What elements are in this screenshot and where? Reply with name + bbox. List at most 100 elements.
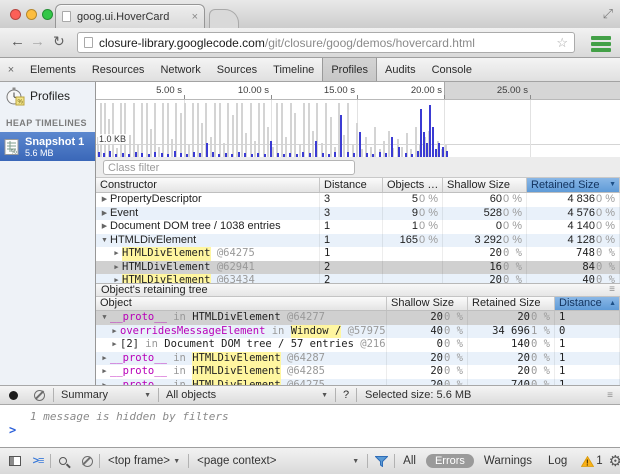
tree-collapsed-icon[interactable]: ▶ <box>110 325 119 339</box>
column-header-object[interactable]: Object <box>96 297 387 310</box>
search-button[interactable] <box>51 448 75 474</box>
cell-value: 20 <box>517 352 530 366</box>
column-header-label: Distance <box>559 297 602 310</box>
clear-console-button[interactable] <box>75 448 99 474</box>
forward-icon[interactable]: → <box>30 33 45 50</box>
reload-icon[interactable]: ↻ <box>53 33 65 50</box>
column-header-shallow-size[interactable]: Shallow Size <box>387 297 468 310</box>
column-header-constructor[interactable]: Constructor <box>96 178 320 192</box>
tree-expanded-icon[interactable]: ▼ <box>100 311 109 325</box>
console-prompt-icon[interactable]: > <box>9 423 16 437</box>
context-select[interactable]: <page context> ▼ <box>189 448 367 474</box>
constructor-row[interactable]: ▶PropertyDescriptor350 %600 %4 8360 % <box>96 193 620 207</box>
tree-expanded-icon[interactable]: ▼ <box>100 234 109 248</box>
filter-warnings[interactable]: Warnings <box>476 455 540 467</box>
live-object-bar <box>212 152 214 157</box>
column-header-retained-size[interactable]: Retained Size▼ <box>527 178 620 192</box>
devtools-tab-profiles[interactable]: Profiles <box>322 58 377 81</box>
dock-toggle-button[interactable] <box>4 448 26 474</box>
allocation-bar <box>184 103 186 157</box>
tree-collapsed-icon[interactable]: ▶ <box>112 261 121 275</box>
record-icon[interactable] <box>9 391 18 400</box>
grip-icon[interactable]: ≡ <box>607 390 620 401</box>
constructor-row[interactable]: ▶Event390 %5280 %4 5760 % <box>96 207 620 221</box>
column-header-distance[interactable]: Distance <box>320 178 383 192</box>
sidebar-item-snapshot-1[interactable]: % Snapshot 1 5.6 MB <box>0 132 95 161</box>
devtools-tab-console[interactable]: Console <box>424 58 480 81</box>
live-object-bar <box>359 132 361 157</box>
back-icon[interactable]: ← <box>10 33 25 50</box>
show-console-button[interactable]: >≡ <box>26 448 50 474</box>
cell-value: 3 292 <box>474 234 502 248</box>
chevron-down-icon: ▼ <box>321 392 328 399</box>
url-bar[interactable]: closure-library.googlecode.com/git/closu… <box>77 32 575 53</box>
devtools-tab-elements[interactable]: Elements <box>22 58 84 81</box>
menu-icon[interactable] <box>591 36 611 54</box>
fullscreen-icon[interactable]: ⤢ <box>603 6 613 22</box>
gear-icon[interactable]: ⚙ <box>609 452 620 470</box>
object-cell: ▼__proto__ in HTMLDivElement @64277 <box>96 311 387 325</box>
tree-collapsed-icon[interactable]: ▶ <box>112 247 121 261</box>
retaining-tree-row[interactable]: ▼__proto__ in HTMLDivElement @64277200 %… <box>96 311 620 325</box>
retaining-tree-row[interactable]: ▶__proto__ in HTMLDivElement @64287200 %… <box>96 352 620 366</box>
tree-collapsed-icon[interactable]: ▶ <box>100 193 109 207</box>
grip-icon[interactable]: ≡ <box>609 284 615 296</box>
filter-errors[interactable]: Errors <box>426 454 474 468</box>
tree-collapsed-icon[interactable]: ▶ <box>100 365 109 379</box>
retaining-tree-titlebar[interactable]: Object's retaining tree ≡ <box>96 283 620 297</box>
filter-button[interactable] <box>368 448 394 474</box>
retaining-tree-row[interactable]: ▶overridesMessageElement in Window / @57… <box>96 325 620 339</box>
constructor-row[interactable]: ▶Document DOM tree / 1038 entries110 %00… <box>96 220 620 234</box>
warning-counter[interactable]: ! 1 <box>575 455 608 467</box>
column-header-distance[interactable]: Distance▲ <box>555 297 620 310</box>
tab-close-icon[interactable]: × <box>192 11 198 23</box>
minimize-window-button[interactable] <box>26 9 37 20</box>
object-id: @64277 <box>281 311 325 325</box>
help-button[interactable]: ? <box>336 386 356 404</box>
tree-collapsed-icon[interactable]: ▶ <box>100 207 109 221</box>
devtools-tab-audits[interactable]: Audits <box>377 58 424 81</box>
allocation-timeline-chart[interactable]: 1.0 KB <box>96 100 620 157</box>
tree-collapsed-icon[interactable]: ▶ <box>100 220 109 234</box>
new-tab-button[interactable] <box>209 9 239 28</box>
sidebar-item-profiles[interactable]: % Profiles <box>0 82 95 110</box>
clear-icon[interactable] <box>34 390 45 401</box>
live-object-bar <box>98 152 100 157</box>
constructor-row[interactable]: ▶HTMLDivElement @629412160 %840 % <box>96 261 620 275</box>
browser-tab[interactable]: goog.ui.HoverCard × <box>55 4 205 28</box>
tree-collapsed-icon[interactable]: ▶ <box>110 338 119 352</box>
column-header-shallow-size[interactable]: Shallow Size <box>443 178 527 192</box>
zoom-window-button[interactable] <box>42 9 53 20</box>
retaining-tree-row[interactable]: ▶[2] in Document DOM tree / 57 entries @… <box>96 338 620 352</box>
constructor-row[interactable]: ▶HTMLDivElement @642751200 %7480 % <box>96 247 620 261</box>
constructor-table-header[interactable]: ConstructorDistanceObjects …Shallow Size… <box>96 178 620 193</box>
retaining-tree-header[interactable]: ObjectShallow SizeRetained SizeDistance▲ <box>96 297 620 311</box>
devtools-tab-resources[interactable]: Resources <box>84 58 153 81</box>
retaining-tree-row[interactable]: ▶__proto__ in HTMLDivElement @64285200 %… <box>96 365 620 379</box>
view-select[interactable]: Summary ▼ <box>54 386 158 404</box>
objects-filter-select[interactable]: All objects ▼ <box>159 386 335 404</box>
frame-select[interactable]: <top frame> ▼ <box>100 448 188 474</box>
property-name: __proto__ <box>110 311 167 325</box>
timeline-ruler[interactable]: 5.00 s10.00 s15.00 s20.00 s25.00 s <box>96 82 620 100</box>
column-header-retained-size[interactable]: Retained Size <box>468 297 555 310</box>
filter-all[interactable]: All <box>395 455 424 467</box>
filter-log[interactable]: Log <box>540 455 575 467</box>
devtools-close-icon[interactable]: × <box>0 58 22 81</box>
devtools-tab-sources[interactable]: Sources <box>209 58 265 81</box>
objects-count-cell <box>383 261 443 275</box>
allocation-bar <box>281 103 283 157</box>
tree-collapsed-icon[interactable]: ▶ <box>112 274 121 283</box>
bookmark-star-icon[interactable]: ☆ <box>556 35 568 51</box>
url-path: /git/closure/goog/demos/hovercard.html <box>265 36 475 50</box>
devtools-tab-timeline[interactable]: Timeline <box>265 58 322 81</box>
distance-cell: 3 <box>320 193 383 207</box>
constructor-row[interactable]: ▶HTMLDivElement @634342200 %400 % <box>96 274 620 283</box>
column-header-objects-[interactable]: Objects … <box>383 178 443 192</box>
tree-collapsed-icon[interactable]: ▶ <box>100 352 109 366</box>
close-window-button[interactable] <box>10 9 21 20</box>
devtools-tab-network[interactable]: Network <box>152 58 208 81</box>
constructor-row[interactable]: ▼HTMLDivElement11650 %3 2920 %4 1280 % <box>96 234 620 248</box>
stopwatch-icon: % <box>5 86 25 106</box>
class-filter-input[interactable] <box>103 160 355 175</box>
